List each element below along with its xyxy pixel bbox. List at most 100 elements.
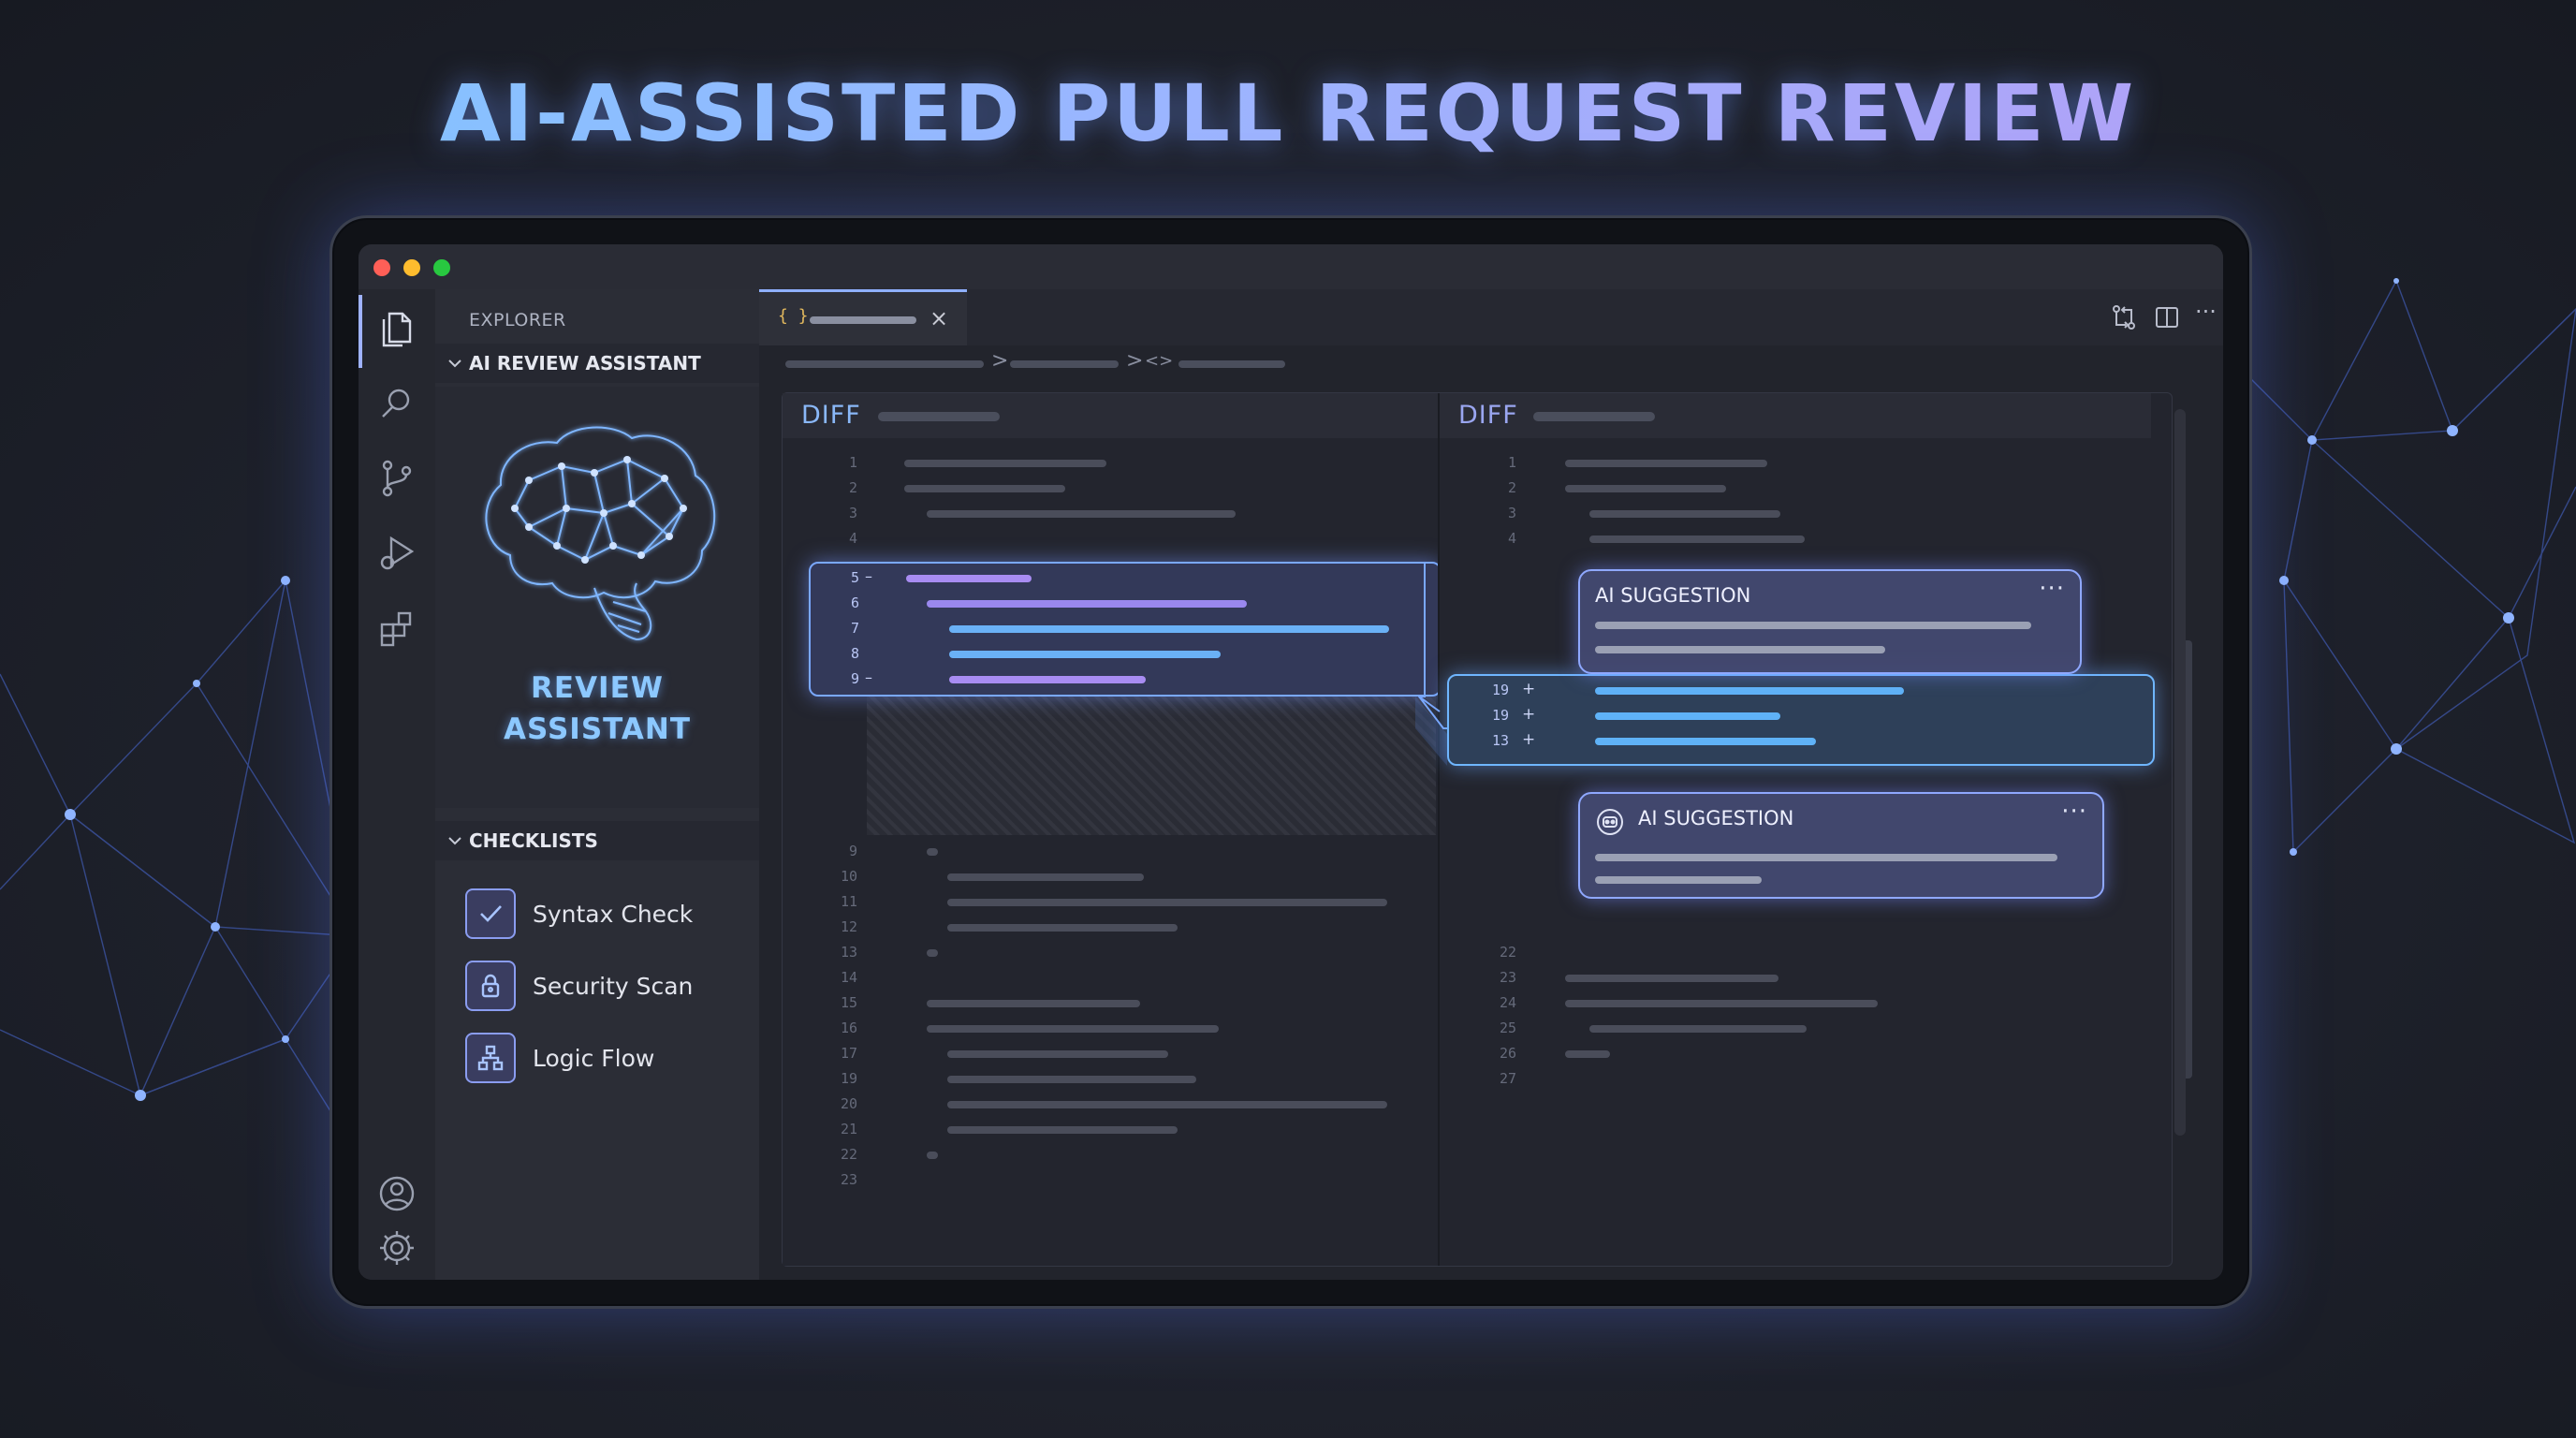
tab-filename-placeholder <box>810 316 916 324</box>
more-icon[interactable]: ··· <box>2039 575 2065 603</box>
code-line <box>1595 687 1904 695</box>
search-icon[interactable] <box>374 381 419 426</box>
line-number: 22 <box>840 1146 857 1163</box>
editor-area: { } × ··· > > <> DIFF DIFF 1 2 3 4 9 10 … <box>759 289 2223 1280</box>
left-diff-filename <box>878 412 1000 421</box>
flowchart-icon <box>465 1033 516 1083</box>
line-number: 2 <box>1507 479 1516 496</box>
minimize-window-button[interactable] <box>403 259 420 276</box>
line-number: 1 <box>1507 454 1516 471</box>
code-line <box>927 1152 938 1159</box>
code-line <box>947 1126 1178 1134</box>
code-line <box>1595 712 1780 720</box>
code-line <box>949 676 1146 683</box>
breadcrumb-segment[interactable] <box>1178 360 1285 368</box>
close-window-button[interactable] <box>373 259 390 276</box>
section-title: AI REVIEW ASSISTANT <box>469 352 701 374</box>
tab-active-file[interactable]: { } × <box>759 289 967 345</box>
explorer-header: EXPLORER <box>469 310 566 330</box>
diff-view: DIFF DIFF 1 2 3 4 9 10 11 12 13 14 15 16… <box>782 392 2192 1267</box>
chevron-down-icon <box>448 837 461 845</box>
left-diff-header: DIFF <box>783 393 1438 438</box>
code-line <box>904 460 1106 467</box>
json-file-icon: { } <box>778 306 809 326</box>
line-number: 11 <box>840 893 857 910</box>
line-number: 23 <box>840 1171 857 1188</box>
checklist-label: Security Scan <box>533 973 694 1000</box>
line-number: 10 <box>840 868 857 885</box>
line-number: 5 <box>850 569 859 586</box>
section-title: CHECKLISTS <box>469 829 598 852</box>
ai-suggestion-card[interactable]: AI SUGGESTION ··· <box>1578 569 2082 674</box>
line-number: 6 <box>850 594 859 611</box>
titlebar <box>359 244 2223 289</box>
maximize-window-button[interactable] <box>433 259 450 276</box>
line-number: 9 <box>848 843 857 859</box>
checklist-item-security-scan[interactable]: Security Scan <box>465 961 746 1015</box>
line-number: 14 <box>840 969 857 986</box>
code-line <box>1589 1025 1807 1033</box>
code-line <box>947 1101 1387 1108</box>
code-line <box>927 600 1247 608</box>
account-icon[interactable] <box>374 1171 419 1216</box>
close-tab-button[interactable]: × <box>929 305 948 331</box>
suggestion-title: AI SUGGESTION <box>1638 807 1794 829</box>
code-line <box>927 1000 1140 1007</box>
page-title: AI-ASSISTED PULL REQUEST REVIEW <box>0 67 2576 159</box>
robot-icon <box>1597 809 1623 835</box>
activity-bar <box>359 289 436 1280</box>
code-line <box>906 575 1032 582</box>
assistant-title-line2: ASSISTANT <box>504 712 691 746</box>
right-diff-title: DIFF <box>1458 401 1518 430</box>
code-line <box>927 949 938 957</box>
ai-review-assistant-section[interactable]: AI REVIEW ASSISTANT <box>435 344 759 383</box>
code-line <box>947 924 1178 932</box>
line-number: 19 <box>1491 682 1509 698</box>
compare-changes-icon[interactable] <box>2109 302 2139 332</box>
code-line <box>947 1076 1196 1083</box>
removed-marker: – <box>865 668 872 686</box>
active-indicator <box>359 295 362 368</box>
breadcrumb-segment[interactable] <box>785 360 984 368</box>
files-icon[interactable] <box>374 306 419 351</box>
extensions-icon[interactable] <box>374 606 419 651</box>
chevron-down-icon <box>448 360 461 368</box>
code-line <box>904 485 1065 492</box>
code-line <box>1589 510 1780 518</box>
right-diff-header: DIFF <box>1438 393 2151 438</box>
checklist-item-logic-flow[interactable]: Logic Flow <box>465 1033 746 1087</box>
line-number: 13 <box>1491 732 1509 749</box>
checklist-item-syntax-check[interactable]: Syntax Check <box>465 888 746 943</box>
line-number: 3 <box>848 505 857 521</box>
run-debug-icon[interactable] <box>374 531 419 576</box>
line-number: 4 <box>848 530 857 547</box>
added-marker: + <box>1522 705 1536 724</box>
line-number: 1 <box>848 454 857 471</box>
line-number: 27 <box>1499 1070 1516 1087</box>
vertical-scrollbar[interactable] <box>2174 409 2186 1136</box>
line-number: 13 <box>840 944 857 961</box>
line-number: 16 <box>840 1020 857 1036</box>
breadcrumb-segment[interactable] <box>1010 360 1119 368</box>
code-line <box>1565 1050 1610 1058</box>
ai-suggestion-card[interactable]: AI SUGGESTION ··· <box>1578 792 2104 899</box>
laptop-frame: EXPLORER AI REVIEW ASSISTANT REVIEW ASSI… <box>329 215 2252 1309</box>
code-line <box>949 625 1389 633</box>
source-control-icon[interactable] <box>374 456 419 501</box>
line-number: 21 <box>840 1121 857 1137</box>
checklists-section[interactable]: CHECKLISTS <box>435 821 759 860</box>
breadcrumb: > > <> <box>759 345 2223 381</box>
more-icon[interactable]: ··· <box>2061 798 2087 826</box>
code-line <box>1595 738 1816 745</box>
split-editor-icon[interactable] <box>2152 302 2182 332</box>
line-number: 20 <box>840 1095 857 1112</box>
line-number: 17 <box>840 1045 857 1062</box>
more-icon[interactable]: ··· <box>2195 299 2223 329</box>
settings-gear-icon[interactable] <box>374 1225 419 1270</box>
code-line <box>947 899 1387 906</box>
added-code-highlight[interactable]: 19 19 13 + + + <box>1447 674 2155 766</box>
line-number: 26 <box>1499 1045 1516 1062</box>
removed-code-highlight[interactable]: 5 6 7 8 9 – – <box>809 562 1442 697</box>
sidebar: EXPLORER AI REVIEW ASSISTANT REVIEW ASSI… <box>435 289 759 1280</box>
removed-marker: – <box>865 567 872 585</box>
